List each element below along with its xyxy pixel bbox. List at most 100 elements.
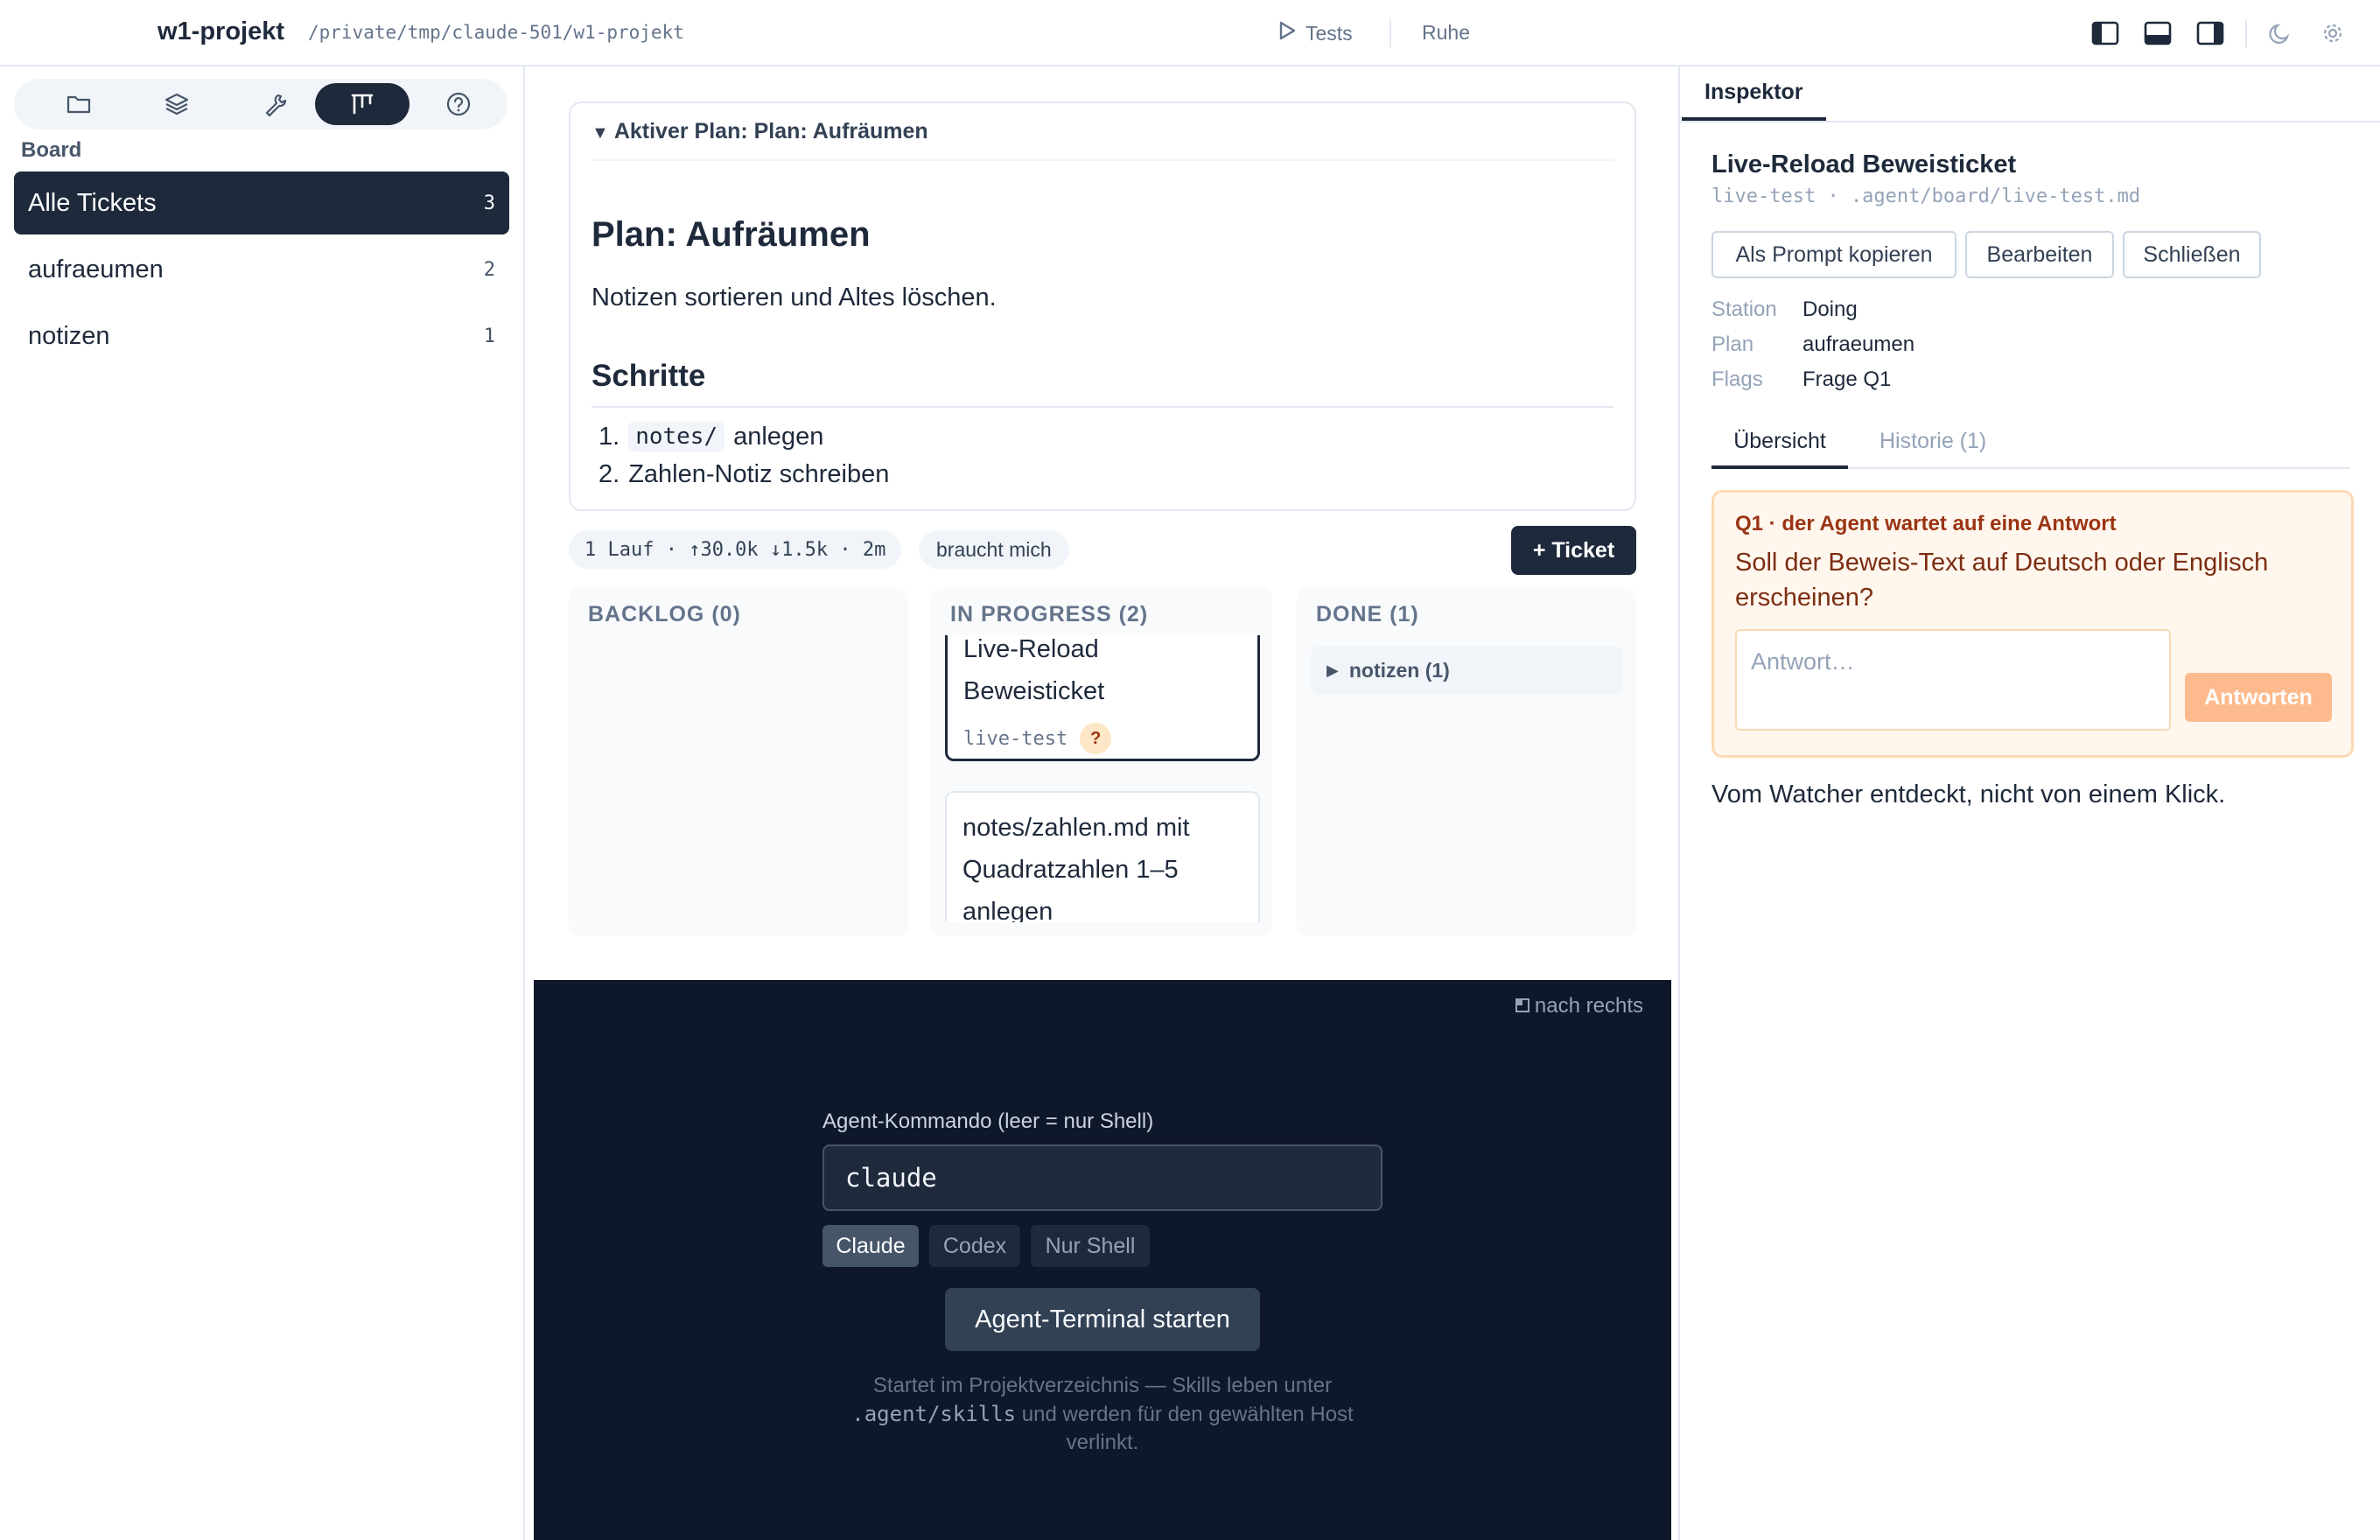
ticket-title: notes/zahlen.md mit Quadratzahlen 1–5 an…	[962, 814, 1190, 922]
group-label: notizen (1)	[1348, 658, 1450, 682]
triangle-down-icon: ▼	[592, 123, 609, 143]
question-text: Soll der Beweis-Text auf Deutsch oder En…	[1735, 549, 2269, 612]
steps-heading: Schritte	[592, 359, 706, 393]
note-text: und werden für den gewählten Host verlin…	[1021, 1403, 1354, 1454]
field-value: aufraeumen	[1802, 332, 1915, 356]
moon-icon[interactable]	[2264, 18, 2296, 49]
status-text: Ruhe	[1422, 21, 1470, 44]
column-title: IN PROGRESS (2)	[950, 602, 1149, 626]
step-text: anlegen	[733, 422, 824, 451]
sidebar-item-count: 3	[483, 192, 495, 214]
field-label: Flags	[1712, 368, 1763, 391]
cmd-label: Agent-Kommando (leer = nur Shell)	[822, 1110, 1154, 1133]
top-bar: w1-projekt /private/tmp/claude-501/w1-pr…	[0, 0, 2380, 66]
app-title: w1-projekt	[158, 18, 285, 46]
start-terminal-button[interactable]: Agent-Terminal starten	[945, 1288, 1260, 1351]
step-text: Zahlen-Notiz schreiben	[628, 460, 890, 488]
ticket-title: Live-Reload Beweisticket	[963, 635, 1105, 705]
tab-inspektor[interactable]: Inspektor	[1682, 66, 1826, 121]
field-label: Plan	[1712, 332, 1754, 356]
list-item: 2. Zahlen-Notiz schreiben	[598, 460, 889, 489]
column-in-progress: IN PROGRESS (2) Live-Reload Beweisticket…	[931, 588, 1272, 936]
tests-button[interactable]: Tests	[1278, 18, 1353, 49]
inspector-panel: Inspektor Live-Reload Beweisticket live-…	[1678, 66, 2380, 1540]
sidebar-item-count: 1	[483, 325, 495, 347]
host-codex-button[interactable]: Codex	[929, 1225, 1020, 1267]
copy-prompt-button[interactable]: Als Prompt kopieren	[1712, 231, 1956, 278]
step-number: 2.	[598, 460, 620, 488]
run-stats: 1 Lauf · ↑30.0k ↓1.5k · 2m	[569, 530, 902, 569]
terminal-panel: nach rechts Agent-Kommando (leer = nur S…	[534, 980, 1671, 1540]
layers-icon[interactable]	[130, 83, 224, 125]
agent-command-input[interactable]: claude	[822, 1144, 1382, 1211]
folder-icon[interactable]	[32, 83, 126, 125]
question-heading: Q1 · der Agent wartet auf eine Antwort	[1735, 512, 2117, 536]
sidebar-item-notizen[interactable]: notizen 1	[14, 304, 509, 368]
column-title: BACKLOG (0)	[588, 602, 741, 626]
ticket-body: Vom Watcher entdeckt, nicht von einem Kl…	[1712, 780, 2226, 808]
sidebar-item-label: notizen	[28, 321, 110, 350]
ticket-meta: live-test · .agent/board/live-test.md	[1712, 186, 2141, 207]
column-done: DONE (1) ▶ notizen (1)	[1297, 588, 1636, 936]
edit-button[interactable]: Bearbeiten	[1965, 231, 2114, 278]
ticket-card-selected[interactable]: Live-Reload Beweisticket live-test ?	[945, 635, 1260, 761]
sidebar-item-aufraeumen[interactable]: aufraeumen 2	[14, 238, 509, 301]
plan-summary-label: Aktiver Plan: Plan: Aufräumen	[613, 119, 928, 144]
gear-icon[interactable]	[2317, 18, 2348, 49]
sidebar-nav	[14, 79, 508, 130]
divider	[592, 406, 1614, 408]
inline-code: notes/	[628, 422, 725, 452]
tab-history[interactable]: Historie (1)	[1880, 429, 1986, 469]
section-label: Board	[21, 138, 82, 162]
panel-bottom-icon[interactable]	[2142, 18, 2174, 49]
question-badge: ?	[1080, 723, 1112, 754]
divider	[1390, 19, 1391, 47]
plan-card: ▼ Aktiver Plan: Plan: Aufräumen Plan: Au…	[569, 102, 1636, 511]
column-backlog: BACKLOG (0)	[569, 588, 908, 936]
plan-toggle[interactable]: ▼ Aktiver Plan: Plan: Aufräumen	[592, 119, 928, 144]
triangle-right-icon: ▶	[1326, 661, 1339, 679]
dock-right-button[interactable]: nach rechts	[1515, 994, 1643, 1018]
sidebar-item-alle-tickets[interactable]: Alle Tickets 3	[14, 172, 509, 234]
divider	[1680, 121, 2380, 122]
sidebar-item-label: aufraeumen	[28, 255, 164, 284]
answer-input[interactable]: Antwort…	[1735, 629, 2171, 731]
plan-description: Notizen sortieren und Altes löschen.	[592, 284, 997, 312]
wrench-icon[interactable]	[228, 83, 322, 125]
left-sidebar: Board Alle Tickets 3 aufraeumen 2 notize…	[0, 66, 525, 1540]
ticket-meta: live-test ?	[963, 723, 1112, 754]
host-shell-button[interactable]: Nur Shell	[1031, 1225, 1150, 1267]
divider	[2245, 19, 2247, 47]
column-title: DONE (1)	[1316, 602, 1419, 626]
play-icon	[1278, 20, 1297, 46]
note-code: .agent/skills	[851, 1402, 1017, 1426]
field-value: Doing	[1802, 298, 1858, 321]
help-icon[interactable]	[411, 83, 506, 125]
plan-title: Plan: Aufräumen	[592, 215, 871, 254]
step-number: 1.	[598, 422, 620, 451]
ticket-card[interactable]: notes/zahlen.md mit Quadratzahlen 1–5 an…	[945, 791, 1260, 922]
answer-button[interactable]: Antworten	[2185, 673, 2332, 722]
sidebar-item-label: Alle Tickets	[28, 188, 157, 217]
add-ticket-button[interactable]: + Ticket	[1511, 526, 1636, 575]
tab-overview[interactable]: Übersicht	[1712, 429, 1848, 469]
terminal-note: Startet im Projektverzeichnis — Skills l…	[822, 1372, 1382, 1457]
sidebar-right-icon[interactable]	[2194, 18, 2226, 49]
ticket-slug: live-test	[963, 727, 1068, 750]
divider	[592, 159, 1614, 161]
needs-me-filter[interactable]: braucht mich	[919, 530, 1069, 569]
list-item: 1. notes/ anlegen	[598, 422, 823, 452]
close-ticket-button[interactable]: Schließen	[2123, 231, 2261, 278]
host-claude-button[interactable]: Claude	[822, 1225, 919, 1267]
dock-icon	[1515, 994, 1530, 1018]
group-toggle-notizen[interactable]: ▶ notizen (1)	[1311, 646, 1622, 695]
question-box: Q1 · der Agent wartet auf eine Antwort S…	[1712, 490, 2354, 758]
kanban-icon[interactable]	[315, 83, 410, 125]
ticket-title: Live-Reload Beweisticket	[1712, 150, 2017, 178]
field-value: Frage Q1	[1802, 368, 1892, 391]
sidebar-left-icon[interactable]	[2090, 18, 2121, 49]
tests-label: Tests	[1306, 21, 1353, 45]
sidebar-item-count: 2	[483, 258, 495, 281]
note-text: Startet im Projektverzeichnis — Skills l…	[872, 1374, 1333, 1397]
dock-label: nach rechts	[1534, 994, 1643, 1018]
